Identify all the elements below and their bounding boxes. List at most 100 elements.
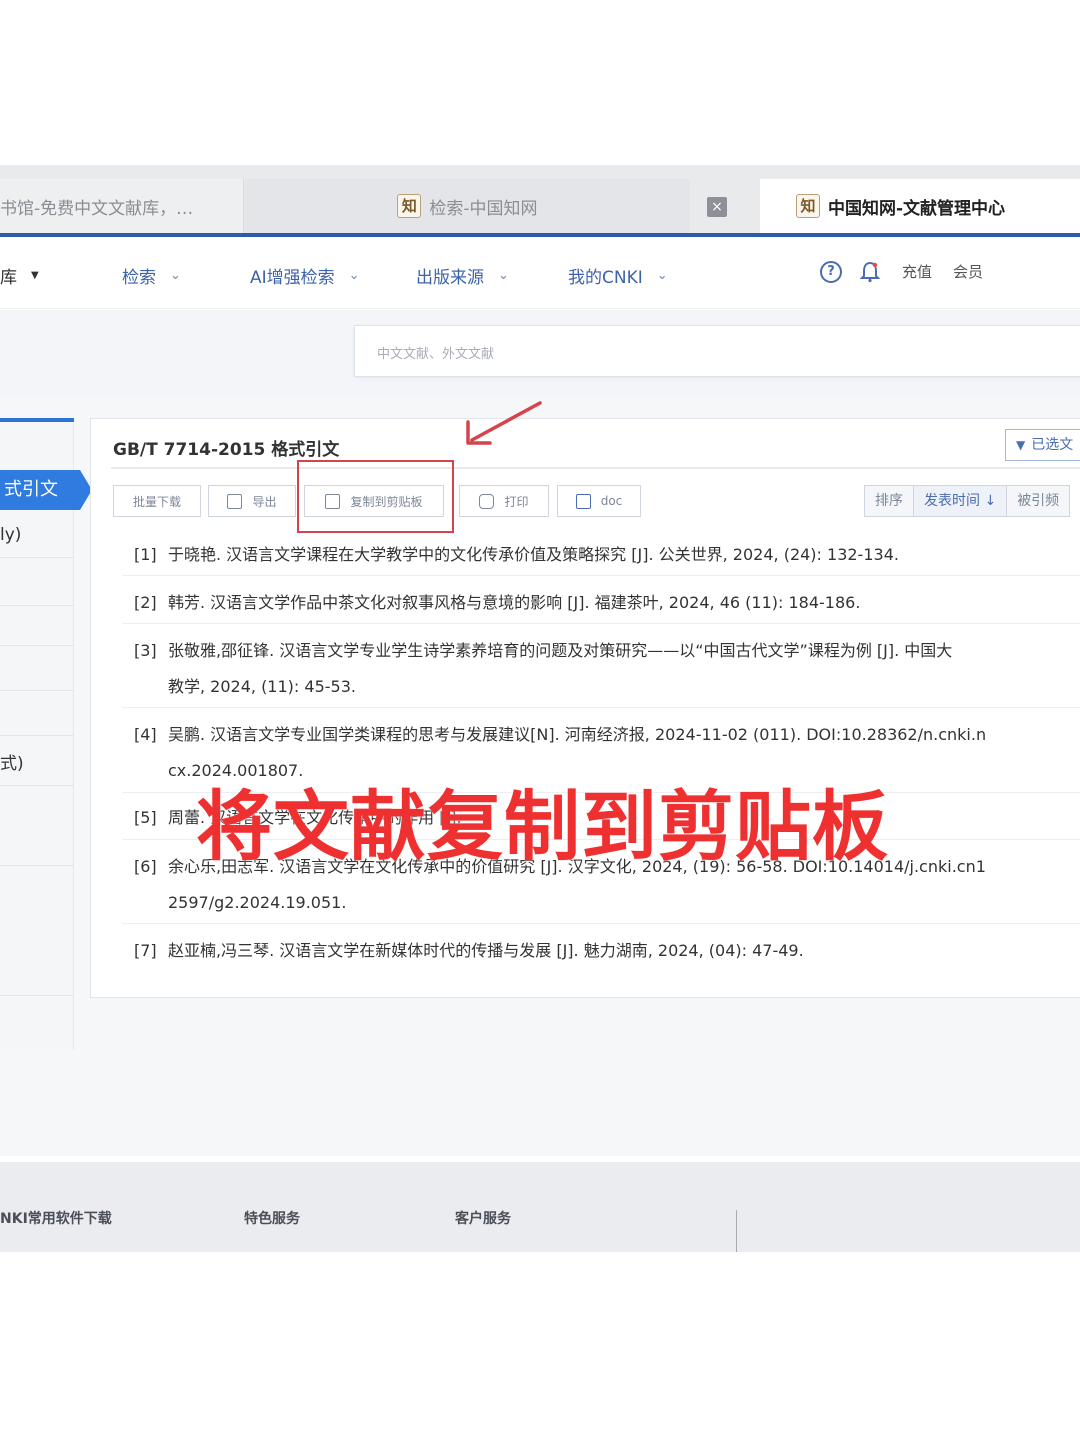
search-input[interactable]: 中文文献、外文文献 <box>354 325 1080 377</box>
copy-button-highlight <box>297 460 454 533</box>
tab-label: 检索-中国知网 <box>429 198 538 219</box>
button-label: 打印 <box>504 494 529 509</box>
button-label: doc <box>600 494 623 508</box>
export-button[interactable]: 导出 <box>208 485 296 517</box>
nav-ai-search[interactable]: AI增强检索 ⌄ <box>250 263 360 288</box>
cnki-logo-icon: 知 <box>397 194 422 218</box>
reference-text: 张敬雅,邵征锋. 汉语言文学专业学生诗学素养培育的问题及对策研究——以“中国古代… <box>168 641 953 660</box>
reference-item[interactable]: [3] 张敬雅,邵征锋. 汉语言文学专业学生诗学素养培育的问题及对策研究——以“中… <box>134 633 952 705</box>
nav-label: 出版来源 <box>416 268 484 288</box>
sidebar-item-format[interactable]: 式) <box>0 749 24 774</box>
print-button[interactable]: 打印 <box>459 485 549 517</box>
sidebar-item-label: 式) <box>0 754 24 774</box>
sidebar-divider <box>0 690 74 691</box>
top-nav: 库 ▼ 检索 ⌄ AI增强检索 ⌄ 出版来源 ⌄ 我的CNKI ⌄ ? 充值 会… <box>0 237 1080 309</box>
reference-number: [1] <box>134 545 157 564</box>
reference-divider <box>122 575 1080 576</box>
nav-my-cnki[interactable]: 我的CNKI ⌄ <box>568 263 668 288</box>
sidebar-divider <box>0 645 74 646</box>
sort-bar: 排序 发表时间 ↓ 被引频 <box>864 485 1071 517</box>
search-placeholder: 中文文献、外文文献 <box>377 347 495 362</box>
sidebar-divider <box>0 995 74 996</box>
nav-label: 库 <box>0 268 17 288</box>
sort-option-label: 发表时间 <box>924 493 980 509</box>
help-icon: ? <box>820 261 842 283</box>
sidebar <box>0 418 74 1050</box>
reference-text: 赵亚楠,冯三琴. 汉语言文学在新媒体时代的传播与发展 [J]. 魅力湖南, 20… <box>168 941 804 960</box>
reference-item[interactable]: [7] 赵亚楠,冯三琴. 汉语言文学在新媒体时代的传播与发展 [J]. 魅力湖南,… <box>134 933 804 969</box>
tab-label: 中国知网-文献管理中心 <box>828 198 1006 219</box>
browser-tab-library[interactable]: 书馆-免费中文文献库，… <box>0 179 244 233</box>
notification-button[interactable] <box>860 261 880 283</box>
sidebar-item-style[interactable]: ly) <box>0 525 21 545</box>
reference-text-continued: 2597/g2.2024.19.051. <box>168 893 347 912</box>
filter-label: 已选文 <box>1031 437 1074 453</box>
recharge-label: 充值 <box>902 263 933 281</box>
overlay-caption: 将文献复制到剪贴板 <box>196 782 889 871</box>
panel-title-divider <box>111 467 1080 469</box>
reference-text-continued: 教学, 2024, (11): 45-53. <box>168 677 356 696</box>
selected-filter-button[interactable]: ▼ 已选文 <box>1005 429 1080 461</box>
sidebar-divider <box>0 735 74 736</box>
nav-label: AI增强检索 <box>250 268 335 288</box>
member-label: 会员 <box>953 263 984 281</box>
page-footer: NKI常用软件下载 特色服务 客户服务 <box>0 1162 1080 1252</box>
recharge-link[interactable]: 充值 <box>902 261 932 282</box>
browser-tab-search[interactable]: 知 检索-中国知网 <box>245 179 690 233</box>
footer-featured-services[interactable]: 特色服务 <box>244 1208 300 1228</box>
screenshot-area: 书馆-免费中文文献库，… 知 检索-中国知网 × 知 中国知网-文献管理中心 库… <box>0 165 1080 1252</box>
browser-tab-reference-manager[interactable]: 知 中国知网-文献管理中心 <box>760 179 1080 233</box>
word-doc-icon <box>575 493 591 509</box>
browser-tab-bar: 书馆-免费中文文献库，… 知 检索-中国知网 × 知 中国知网-文献管理中心 <box>0 165 1080 233</box>
batch-download-button[interactable]: 批量下载 <box>113 485 201 517</box>
reference-number: [3] <box>134 641 157 660</box>
nav-label: 我的CNKI <box>568 268 643 288</box>
sort-publish-time[interactable]: 发表时间 ↓ <box>913 485 1008 517</box>
sidebar-divider <box>0 865 74 866</box>
button-label: 导出 <box>252 494 277 509</box>
reference-divider <box>122 707 1080 708</box>
sort-cited[interactable]: 被引频 <box>1006 485 1071 517</box>
printer-icon <box>479 493 495 509</box>
nav-publications[interactable]: 出版来源 ⌄ <box>416 263 509 288</box>
chevron-down-icon: ⌄ <box>498 268 509 283</box>
export-icon <box>227 493 243 509</box>
reference-text: 于晓艳. 汉语言文学课程在大学教学中的文化传承价值及策略探究 [J]. 公关世界… <box>168 545 899 564</box>
sidebar-divider <box>0 605 74 606</box>
reference-divider <box>122 923 1080 924</box>
nav-search[interactable]: 检索 ⌄ <box>122 263 181 288</box>
sidebar-item-label: 式引文 <box>4 479 58 500</box>
sidebar-item-format-citation[interactable]: 式引文 <box>0 470 92 510</box>
caret-down-icon: ▼ <box>31 270 39 281</box>
close-tab-icon[interactable]: × <box>707 197 727 217</box>
sidebar-divider <box>0 785 74 786</box>
pointer-arrow-icon <box>466 401 542 445</box>
footer-software-download[interactable]: NKI常用软件下载 <box>0 1208 112 1228</box>
arrow-down-icon: ↓ <box>980 493 997 509</box>
footer-customer-service[interactable]: 客户服务 <box>455 1208 511 1228</box>
filter-icon: ▼ <box>1016 438 1026 452</box>
reference-text: 韩芳. 汉语言文学作品中茶文化对叙事风格与意境的影响 [J]. 福建茶叶, 20… <box>168 593 861 612</box>
reference-number: [4] <box>134 725 157 744</box>
reference-divider <box>122 623 1080 624</box>
chevron-down-icon: ⌄ <box>348 268 360 283</box>
doc-export-button[interactable]: doc <box>557 485 641 517</box>
reference-item[interactable]: [1] 于晓艳. 汉语言文学课程在大学教学中的文化传承价值及策略探究 [J]. 公… <box>134 537 899 573</box>
reference-item[interactable]: [2] 韩芳. 汉语言文学作品中茶文化对叙事风格与意境的影响 [J]. 福建茶叶,… <box>134 585 860 621</box>
tab-label: 书馆-免费中文文献库，… <box>0 198 194 219</box>
help-button[interactable]: ? <box>820 261 842 283</box>
panel-title: GB/T 7714-2015 格式引文 <box>113 440 340 460</box>
cnki-logo-icon: 知 <box>796 194 820 218</box>
reference-number: [6] <box>134 857 157 876</box>
bell-icon <box>860 261 880 283</box>
footer-divider <box>736 1210 737 1252</box>
sidebar-divider <box>0 557 74 558</box>
reference-number: [7] <box>134 941 157 960</box>
button-label: 批量下载 <box>132 494 181 509</box>
member-link[interactable]: 会员 <box>953 261 983 282</box>
sidebar-item-label: ly) <box>0 525 22 545</box>
nav-label: 检索 <box>122 268 156 288</box>
nav-database-menu[interactable]: 库 ▼ <box>0 263 39 288</box>
sort-label: 排序 <box>864 485 914 517</box>
reference-number: [5] <box>134 808 157 827</box>
